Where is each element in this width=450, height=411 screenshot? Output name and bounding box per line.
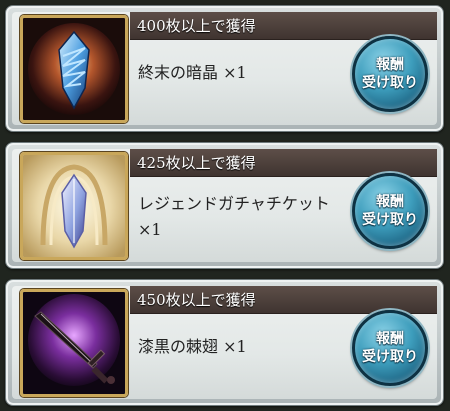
reward-card-body: 425枚以上で獲得 レジェンドガチャチケット ×1 報酬 受け取り [12, 149, 437, 262]
claim-reward-button[interactable]: 報酬 受け取り [352, 310, 428, 386]
reward-card-body: 400枚以上で獲得 終末の暗晶 ×1 報酬 受け取り [12, 12, 437, 125]
reward-card: 425枚以上で獲得 レジェンドガチャチケット ×1 報酬 受け取り [5, 142, 444, 269]
legend-gacha-ticket-icon [20, 152, 128, 260]
claim-button-line2: 受け取り [362, 349, 418, 365]
reward-card: 400枚以上で獲得 終末の暗晶 ×1 報酬 受け取り [5, 5, 444, 132]
reward-card: 450枚以上で獲得 漆黒の棘翅 ×1 報酬 受け取り [5, 279, 444, 406]
claim-button-line1: 報酬 [376, 194, 404, 210]
claim-reward-button[interactable]: 報酬 受け取り [352, 36, 428, 112]
claim-button-line1: 報酬 [376, 331, 404, 347]
claim-button-line2: 受け取り [362, 75, 418, 91]
claim-reward-button[interactable]: 報酬 受け取り [352, 173, 428, 249]
reward-item-name: レジェンドガチャチケット ×1 [138, 194, 330, 239]
reward-item-name: 終末の暗晶 ×1 [138, 63, 247, 82]
claim-button-line1: 報酬 [376, 57, 404, 73]
claim-button-line2: 受け取り [362, 212, 418, 228]
reward-card-body: 450枚以上で獲得 漆黒の棘翅 ×1 報酬 受け取り [12, 286, 437, 399]
black-thorn-wing-icon [20, 289, 128, 397]
reward-item-name: 漆黒の棘翅 ×1 [138, 337, 247, 356]
dark-crystal-icon [20, 15, 128, 123]
reward-list: 400枚以上で獲得 終末の暗晶 ×1 報酬 受け取り 425枚以上で獲得 レジェ… [0, 0, 450, 411]
